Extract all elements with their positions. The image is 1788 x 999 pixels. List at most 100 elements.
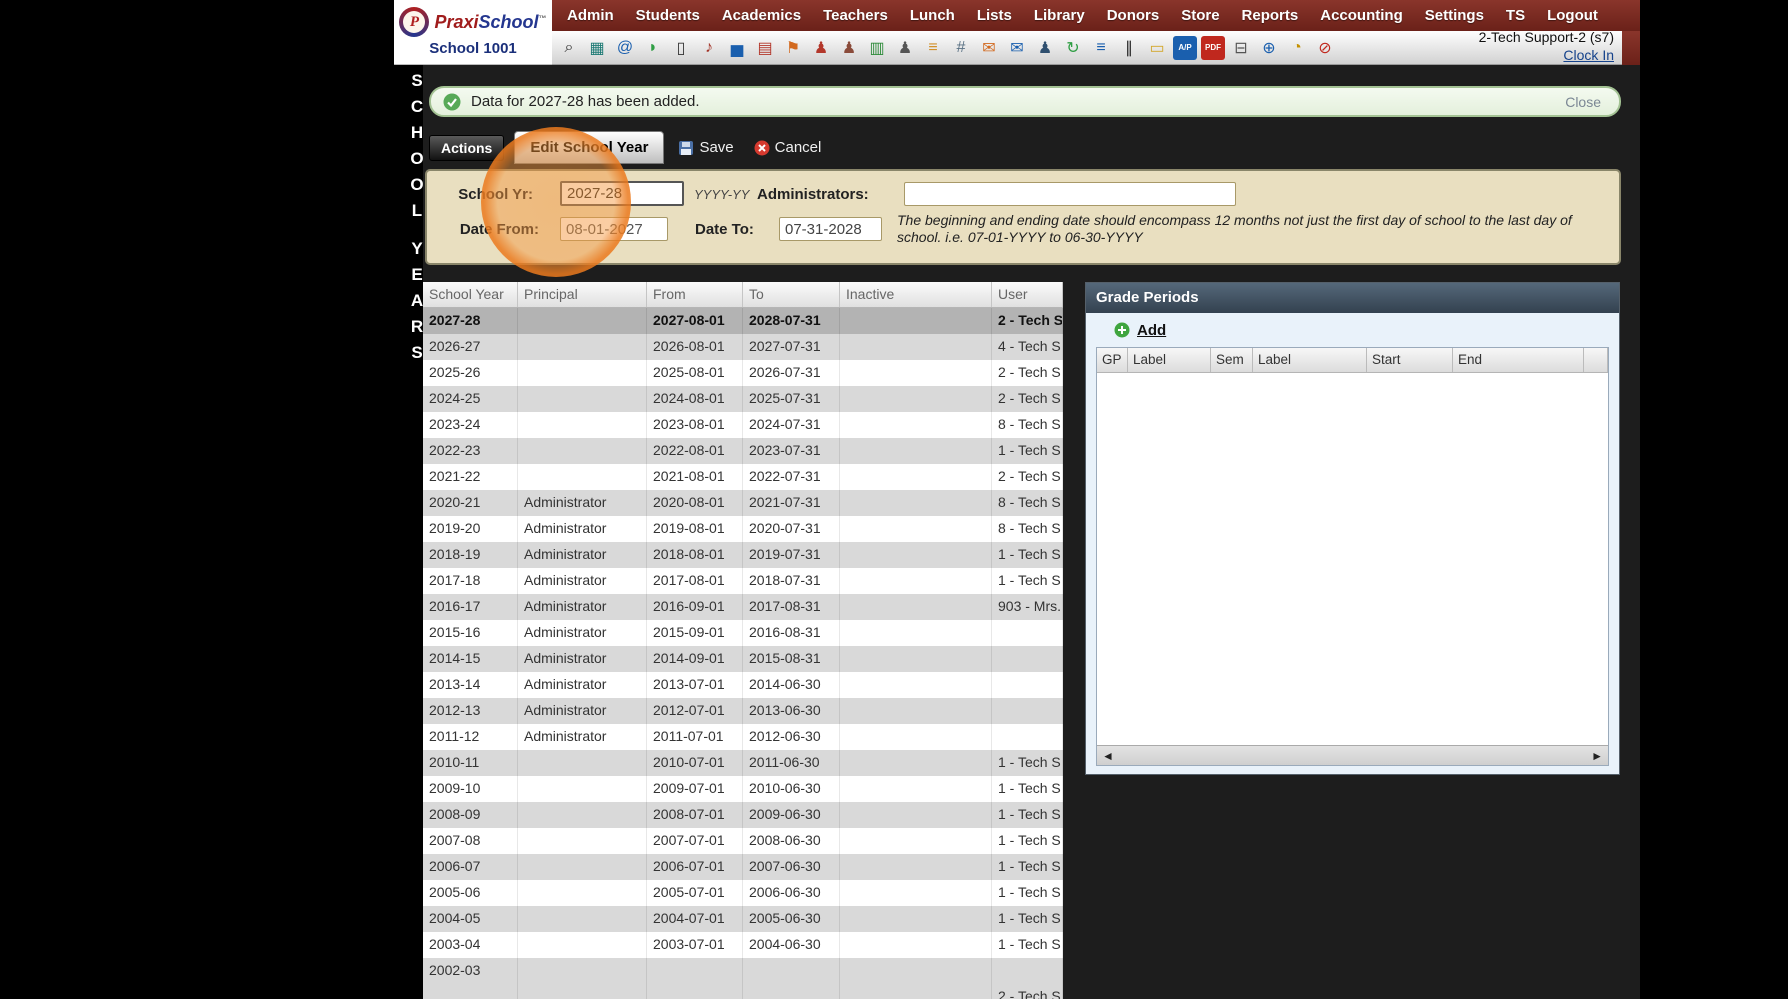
lunch-icon[interactable]: ≡ [921, 36, 945, 60]
nav-item-store[interactable]: Store [1170, 7, 1230, 24]
refresh-icon[interactable]: ↻ [1061, 36, 1085, 60]
nav-item-academics[interactable]: Academics [711, 7, 812, 24]
clock-in-link[interactable]: Clock In [1563, 47, 1614, 65]
pdf-icon[interactable]: PDF [1201, 36, 1225, 60]
cell-user: 2 - Tech S [992, 984, 1063, 999]
add-grade-period-button[interactable]: Add [1086, 313, 1619, 347]
year-row-2017-18[interactable]: 2017-18Administrator2017-08-012018-07-31… [423, 568, 1063, 594]
toolbar-right-strip [1622, 31, 1640, 65]
date-from-input[interactable] [560, 217, 668, 241]
people-icon[interactable]: ♟ [893, 36, 917, 60]
year-row-2020-21[interactable]: 2020-21Administrator2020-08-012021-07-31… [423, 490, 1063, 516]
nav-item-library[interactable]: Library [1023, 7, 1096, 24]
year-row-2002-03[interactable]: 2002-03 [423, 958, 1063, 984]
chat-icon[interactable]: ◗ [641, 36, 665, 60]
year-row-2023-24[interactable]: 2023-242023-08-012024-07-318 - Tech S [423, 412, 1063, 438]
scroll-right-icon[interactable]: ► [1591, 746, 1603, 766]
gp-col-header-label-3[interactable]: Label [1253, 348, 1367, 372]
accounts-payable-icon[interactable]: A/P [1173, 36, 1197, 60]
year-row-2012-13[interactable]: 2012-13Administrator2012-07-012013-06-30 [423, 698, 1063, 724]
nav-item-lunch[interactable]: Lunch [899, 7, 966, 24]
year-row-2026-27[interactable]: 2026-272026-08-012027-07-314 - Tech S [423, 334, 1063, 360]
folder-icon[interactable]: ▭ [1145, 36, 1169, 60]
year-row-2018-19[interactable]: 2018-19Administrator2018-08-012019-07-31… [423, 542, 1063, 568]
year-row-2024-25[interactable]: 2024-252024-08-012025-07-312 - Tech S [423, 386, 1063, 412]
search-icon[interactable]: ⌕ [557, 36, 581, 60]
years-col-header-school-year[interactable]: School Year [423, 282, 518, 307]
email-icon[interactable]: @ [613, 36, 637, 60]
globe-icon[interactable]: ⊕ [1257, 36, 1281, 60]
years-col-header-to[interactable]: To [743, 282, 840, 307]
calculator-icon[interactable]: # [949, 36, 973, 60]
year-row-2011-12[interactable]: 2011-12Administrator2011-07-012012-06-30 [423, 724, 1063, 750]
years-col-header-principal[interactable]: Principal [518, 282, 647, 307]
nav-item-logout[interactable]: Logout [1536, 7, 1609, 24]
block-icon[interactable]: ⊘ [1313, 36, 1337, 60]
year-row-2025-26[interactable]: 2025-262025-08-012026-07-312 - Tech S [423, 360, 1063, 386]
gp-col-header-gp-0[interactable]: GP [1097, 348, 1128, 372]
gp-col-header-start-4[interactable]: Start [1367, 348, 1453, 372]
year-row-2003-04[interactable]: 2003-042003-07-012004-06-301 - Tech S [423, 932, 1063, 958]
gp-horizontal-scrollbar[interactable]: ◄ ► [1097, 745, 1608, 765]
years-col-header-inactive[interactable]: Inactive [840, 282, 992, 307]
gp-col-header-end-5[interactable]: End [1453, 348, 1584, 372]
speaker-icon[interactable]: ♪ [697, 36, 721, 60]
tab-edit-school-year[interactable]: Edit School Year [514, 131, 664, 164]
clock-icon[interactable]: ◔ [1285, 36, 1309, 60]
calendar-grid-icon[interactable]: ▦ [585, 36, 609, 60]
years-col-header-user[interactable]: User [992, 282, 1063, 307]
year-row-2010-11[interactable]: 2010-112010-07-012011-06-301 - Tech S [423, 750, 1063, 776]
year-row-2014-15[interactable]: 2014-15Administrator2014-09-012015-08-31 [423, 646, 1063, 672]
print-icon[interactable]: ⊟ [1229, 36, 1253, 60]
year-row-2021-22[interactable]: 2021-222021-08-012022-07-312 - Tech S [423, 464, 1063, 490]
year-row-2016-17[interactable]: 2016-17Administrator2016-09-012017-08-31… [423, 594, 1063, 620]
barcode-icon[interactable]: ∥ [1117, 36, 1141, 60]
megaphone-icon[interactable]: ⚑ [781, 36, 805, 60]
nav-item-settings[interactable]: Settings [1414, 7, 1495, 24]
year-row-2006-07[interactable]: 2006-072006-07-012007-06-301 - Tech S [423, 854, 1063, 880]
person-icon[interactable]: ♟ [837, 36, 861, 60]
year-row-2004-05[interactable]: 2004-052004-07-012005-06-301 - Tech S [423, 906, 1063, 932]
administrators-input[interactable] [904, 182, 1236, 206]
gp-col-header-label-1[interactable]: Label [1128, 348, 1211, 372]
chart-icon[interactable]: ▅ [725, 36, 749, 60]
nav-item-reports[interactable]: Reports [1231, 7, 1310, 24]
staff-icon[interactable]: ♟ [1033, 36, 1057, 60]
year-row-2022-23[interactable]: 2022-232022-08-012023-07-311 - Tech S [423, 438, 1063, 464]
year-row-2027-28[interactable]: 2027-282027-08-012028-07-312 - Tech S [423, 308, 1063, 334]
gp-col-header-sem-2[interactable]: Sem [1211, 348, 1253, 372]
cancel-button[interactable]: Cancel [754, 139, 822, 156]
years-col-header-from[interactable]: From [647, 282, 743, 307]
school-yr-input[interactable] [560, 181, 684, 206]
year-row-clipped[interactable]: 2 - Tech S [423, 984, 1063, 999]
cell-inactive [840, 334, 992, 360]
date-to-input[interactable] [779, 217, 882, 241]
year-row-2015-16[interactable]: 2015-16Administrator2015-09-012016-08-31 [423, 620, 1063, 646]
nav-item-admin[interactable]: Admin [556, 7, 625, 24]
year-row-2019-20[interactable]: 2019-20Administrator2019-08-012020-07-31… [423, 516, 1063, 542]
logo-block[interactable]: P PraxiSchool™ School 1001 [394, 0, 552, 65]
nav-item-students[interactable]: Students [625, 7, 711, 24]
year-row-2008-09[interactable]: 2008-092008-07-012009-06-301 - Tech S [423, 802, 1063, 828]
add-person-icon[interactable]: ♟ [809, 36, 833, 60]
message-text: Data for 2027-28 has been added. [471, 93, 700, 110]
mobile-icon[interactable]: ▯ [669, 36, 693, 60]
scroll-left-icon[interactable]: ◄ [1102, 746, 1114, 766]
nav-item-accounting[interactable]: Accounting [1309, 7, 1414, 24]
year-row-2013-14[interactable]: 2013-14Administrator2013-07-012014-06-30 [423, 672, 1063, 698]
year-row-2009-10[interactable]: 2009-102009-07-012010-06-301 - Tech S [423, 776, 1063, 802]
actions-button[interactable]: Actions [429, 135, 504, 161]
close-message-link[interactable]: Close [1565, 94, 1601, 110]
mail-icon[interactable]: ✉ [977, 36, 1001, 60]
nav-item-donors[interactable]: Donors [1096, 7, 1171, 24]
save-button[interactable]: Save [678, 139, 733, 156]
mail-send-icon[interactable]: ✉ [1005, 36, 1029, 60]
nav-item-lists[interactable]: Lists [966, 7, 1023, 24]
list-icon[interactable]: ≡ [1089, 36, 1113, 60]
nav-item-ts[interactable]: TS [1495, 7, 1536, 24]
calendar-icon[interactable]: ▤ [753, 36, 777, 60]
year-row-2007-08[interactable]: 2007-082007-07-012008-06-301 - Tech S [423, 828, 1063, 854]
nav-item-teachers[interactable]: Teachers [812, 7, 899, 24]
gradebook-icon[interactable]: ▥ [865, 36, 889, 60]
year-row-2005-06[interactable]: 2005-062005-07-012006-06-301 - Tech S [423, 880, 1063, 906]
